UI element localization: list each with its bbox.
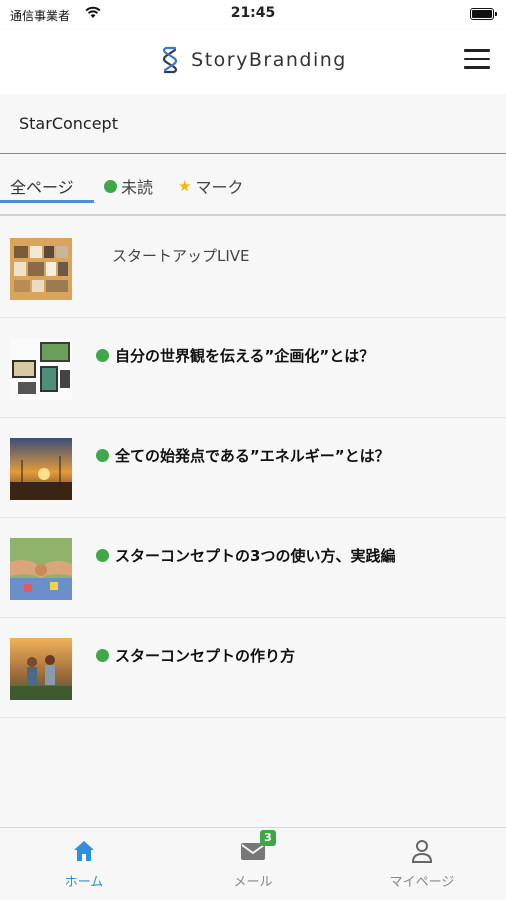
list-item[interactable]: スタートアップLIVE (0, 218, 506, 318)
filter-tabs: 全ページ 未読 ★ マーク (0, 156, 506, 216)
tab-marked[interactable]: ★ マーク (178, 174, 243, 198)
unread-dot-icon (96, 649, 109, 662)
active-tab-indicator (0, 200, 94, 203)
item-title: スターコンセプトの作り方 (96, 645, 295, 666)
battery-icon (470, 8, 497, 20)
bottom-tab-bar: ホーム 3 メール マイページ (0, 827, 506, 900)
page-list: スタートアップLIVE 自分の世界観を伝える”企画化”とは？ 全ての始発点である… (0, 218, 506, 718)
tab-mail-label: メール (233, 875, 273, 890)
concept-bar: StarConcept (0, 94, 506, 154)
home-icon (71, 838, 97, 864)
list-item[interactable]: スターコンセプトの作り方 (0, 618, 506, 718)
item-title: スターコンセプトの3つの使い方、実践編 (96, 545, 395, 566)
tab-my-page[interactable]: マイページ (338, 838, 506, 890)
collage-thumbnail (10, 238, 72, 300)
tab-unread-label: 未読 (121, 178, 154, 197)
children-thumbnail (10, 638, 72, 700)
item-title: 全ての始発点である”エネルギー”とは？ (96, 445, 390, 466)
sunset-thumbnail (10, 438, 72, 500)
mail-icon: 3 (240, 830, 276, 864)
unread-dot-icon (96, 349, 109, 362)
person-icon (409, 838, 435, 864)
item-title: 自分の世界観を伝える”企画化”とは？ (96, 345, 374, 366)
unread-dot-icon (96, 449, 109, 462)
app-header: StoryBranding (0, 30, 506, 94)
tab-marked-label: マーク (195, 178, 244, 197)
story-branding-logo-icon (163, 46, 178, 74)
tab-all-pages-label: 全ページ (10, 178, 74, 197)
tab-home-label: ホーム (64, 875, 104, 890)
tab-unread[interactable]: 未読 (104, 174, 153, 198)
status-time: 21:45 (230, 5, 276, 21)
concept-title: StarConcept (19, 114, 118, 133)
list-item[interactable]: 全ての始発点である”エネルギー”とは？ (0, 418, 506, 518)
brand-name: StoryBranding (191, 49, 347, 71)
hamburger-menu-icon[interactable] (464, 49, 490, 71)
mail-badge: 3 (260, 830, 276, 846)
list-item[interactable]: スターコンセプトの3つの使い方、実践編 (0, 518, 506, 618)
tab-mail[interactable]: 3 メール (169, 830, 337, 890)
star-icon: ★ (178, 177, 192, 195)
brand: StoryBranding (0, 46, 506, 74)
green-dot-icon (104, 179, 117, 193)
unread-dot-icon (96, 549, 109, 562)
tab-home[interactable]: ホーム (0, 838, 168, 890)
item-title: スタートアップLIVE (112, 247, 250, 265)
status-bar: 通信事業者 21:45 (0, 0, 506, 30)
list-item[interactable]: 自分の世界観を伝える”企画化”とは？ (0, 318, 506, 418)
hands-thumbnail (10, 538, 72, 600)
tab-all-pages[interactable]: 全ページ (10, 174, 74, 198)
tab-my-page-label: マイページ (389, 875, 455, 890)
devices-thumbnail (10, 338, 72, 400)
